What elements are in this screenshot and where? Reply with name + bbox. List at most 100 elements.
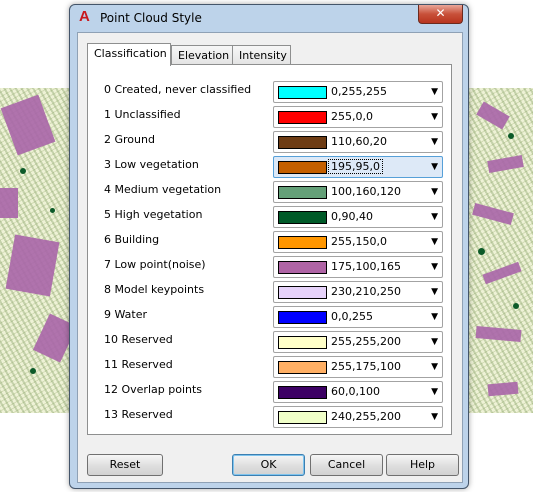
point-cloud-background-right [468,88,533,413]
color-dropdown[interactable]: 255,175,100 ▼ [273,356,443,378]
color-value: 0,90,40 [331,210,373,223]
dropdown-arrow-icon: ▼ [431,112,438,122]
point-cloud-style-dialog: A Point Cloud Style ✕ Classification Ele… [69,4,469,489]
color-swatch [278,286,327,299]
color-swatch [278,386,327,399]
classification-label: 6 Building [104,233,160,246]
color-swatch [278,311,327,324]
building-blob [487,155,524,173]
classification-row: 6 Building 255,150,0 ▼ [88,231,451,253]
tree-cluster [50,208,55,213]
classification-row: 3 Low vegetation 195,95,0 ▼ [88,156,451,178]
classification-label: 3 Low vegetation [104,158,199,171]
tab-elevation[interactable]: Elevation [171,45,233,65]
color-dropdown[interactable]: 255,0,0 ▼ [273,106,443,128]
tree-cluster [478,248,485,255]
color-value: 0,0,255 [331,310,373,323]
classification-label: 2 Ground [104,133,155,146]
color-swatch [278,111,327,124]
dropdown-arrow-icon: ▼ [431,87,438,97]
color-dropdown[interactable]: 100,160,120 ▼ [273,181,443,203]
tree-cluster [30,368,36,374]
close-button[interactable]: ✕ [418,5,463,24]
tab-classification[interactable]: Classification [87,43,171,66]
dialog-client-area: Classification Elevation Intensity 0 Cre… [77,32,463,483]
color-value: 60,0,100 [331,385,380,398]
dropdown-arrow-icon: ▼ [431,137,438,147]
classification-row: 1 Unclassified 255,0,0 ▼ [88,106,451,128]
dropdown-arrow-icon: ▼ [431,212,438,222]
classification-row: 10 Reserved 255,255,200 ▼ [88,331,451,353]
color-swatch [278,336,327,349]
classification-row: 5 High vegetation 0,90,40 ▼ [88,206,451,228]
color-value: 240,255,200 [331,410,401,423]
dropdown-arrow-icon: ▼ [431,362,438,372]
color-dropdown[interactable]: 255,255,200 ▼ [273,331,443,353]
color-swatch [278,161,327,174]
color-value: 110,60,20 [331,135,387,148]
help-button[interactable]: Help [386,454,459,476]
building-blob [5,234,60,297]
dropdown-arrow-icon: ▼ [431,412,438,422]
ok-button[interactable]: OK [232,454,305,476]
color-swatch [278,136,327,149]
classification-label: 10 Reserved [104,333,173,346]
color-dropdown[interactable]: 0,0,255 ▼ [273,306,443,328]
building-blob [482,261,522,285]
color-swatch [278,86,327,99]
classification-label: 7 Low point(noise) [104,258,206,271]
color-value: 255,150,0 [331,235,387,248]
dropdown-arrow-icon: ▼ [431,387,438,397]
reset-button[interactable]: Reset [87,454,163,476]
classification-label: 12 Overlap points [104,383,203,396]
tree-cluster [513,303,519,309]
title-bar[interactable]: A Point Cloud Style ✕ [70,5,468,31]
color-dropdown[interactable]: 175,100,165 ▼ [273,256,443,278]
classification-label: 8 Model keypoints [104,283,205,296]
classification-label: 5 High vegetation [104,208,203,221]
color-value: 255,175,100 [331,360,401,373]
color-swatch [278,361,327,374]
point-cloud-background-left [0,88,78,413]
dropdown-arrow-icon: ▼ [431,312,438,322]
dialog-title: Point Cloud Style [100,11,202,25]
autocad-logo-icon: A [79,8,90,25]
color-value: 175,100,165 [331,260,401,273]
classification-row: 8 Model keypoints 230,210,250 ▼ [88,281,451,303]
tab-intensity[interactable]: Intensity [232,45,291,65]
classification-panel: 0 Created, never classified 0,255,255 ▼ … [87,64,452,435]
tree-cluster [508,133,514,139]
color-swatch [278,186,327,199]
classification-row: 0 Created, never classified 0,255,255 ▼ [88,81,451,103]
classification-row: 9 Water 0,0,255 ▼ [88,306,451,328]
color-dropdown[interactable]: 195,95,0 ▼ [273,156,443,178]
classification-row: 7 Low point(noise) 175,100,165 ▼ [88,256,451,278]
tree-cluster [20,168,26,174]
color-dropdown[interactable]: 230,210,250 ▼ [273,281,443,303]
color-value: 255,255,200 [331,335,401,348]
color-swatch [278,236,327,249]
classification-row: 2 Ground 110,60,20 ▼ [88,131,451,153]
color-value: 100,160,120 [331,185,401,198]
color-dropdown[interactable]: 0,90,40 ▼ [273,206,443,228]
classification-label: 11 Reserved [104,358,173,371]
classification-row: 4 Medium vegetation 100,160,120 ▼ [88,181,451,203]
classification-label: 13 Reserved [104,408,173,421]
dropdown-arrow-icon: ▼ [431,262,438,272]
dropdown-arrow-icon: ▼ [431,287,438,297]
building-blob [0,94,56,156]
color-dropdown[interactable]: 110,60,20 ▼ [273,131,443,153]
building-blob [0,188,18,218]
cancel-button[interactable]: Cancel [310,454,383,476]
color-dropdown[interactable]: 255,150,0 ▼ [273,231,443,253]
color-dropdown[interactable]: 0,255,255 ▼ [273,81,443,103]
building-blob [475,326,522,342]
color-dropdown[interactable]: 240,255,200 ▼ [273,406,443,428]
building-blob [487,381,519,397]
dropdown-arrow-icon: ▼ [431,237,438,247]
building-blob [476,101,510,130]
color-swatch [278,211,327,224]
color-value: 230,210,250 [331,285,401,298]
color-dropdown[interactable]: 60,0,100 ▼ [273,381,443,403]
color-value: 0,255,255 [331,85,387,98]
